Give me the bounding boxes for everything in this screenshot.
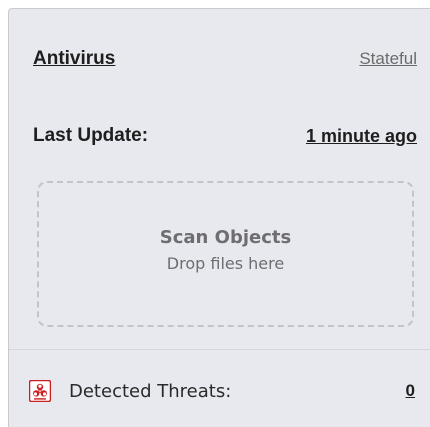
detected-threats-label: Detected Threats: bbox=[69, 380, 232, 402]
antivirus-header-row: Antivirus Stateful bbox=[33, 47, 417, 71]
drop-files-hint: Drop files here bbox=[166, 254, 285, 273]
last-update-label: Last Update: bbox=[33, 125, 149, 146]
section-divider bbox=[9, 349, 430, 350]
scan-objects-title: Scan Objects bbox=[159, 227, 292, 248]
last-update-link[interactable]: 1 minute ago bbox=[306, 126, 417, 147]
biohazard-icon bbox=[28, 379, 52, 403]
antivirus-state-link[interactable]: Stateful bbox=[359, 49, 417, 69]
detected-threats-row: Detected Threats: 0 bbox=[28, 376, 417, 406]
last-update-row: Last Update: 1 minute ago bbox=[33, 124, 417, 148]
scan-drop-zone[interactable]: Scan Objects Drop files here bbox=[37, 181, 414, 327]
antivirus-panel: Antivirus Stateful Last Update: 1 minute… bbox=[8, 8, 430, 427]
detected-threats-left: Detected Threats: bbox=[28, 379, 232, 403]
antivirus-title-link[interactable]: Antivirus bbox=[33, 48, 115, 70]
detected-threats-count-link[interactable]: 0 bbox=[406, 381, 415, 401]
